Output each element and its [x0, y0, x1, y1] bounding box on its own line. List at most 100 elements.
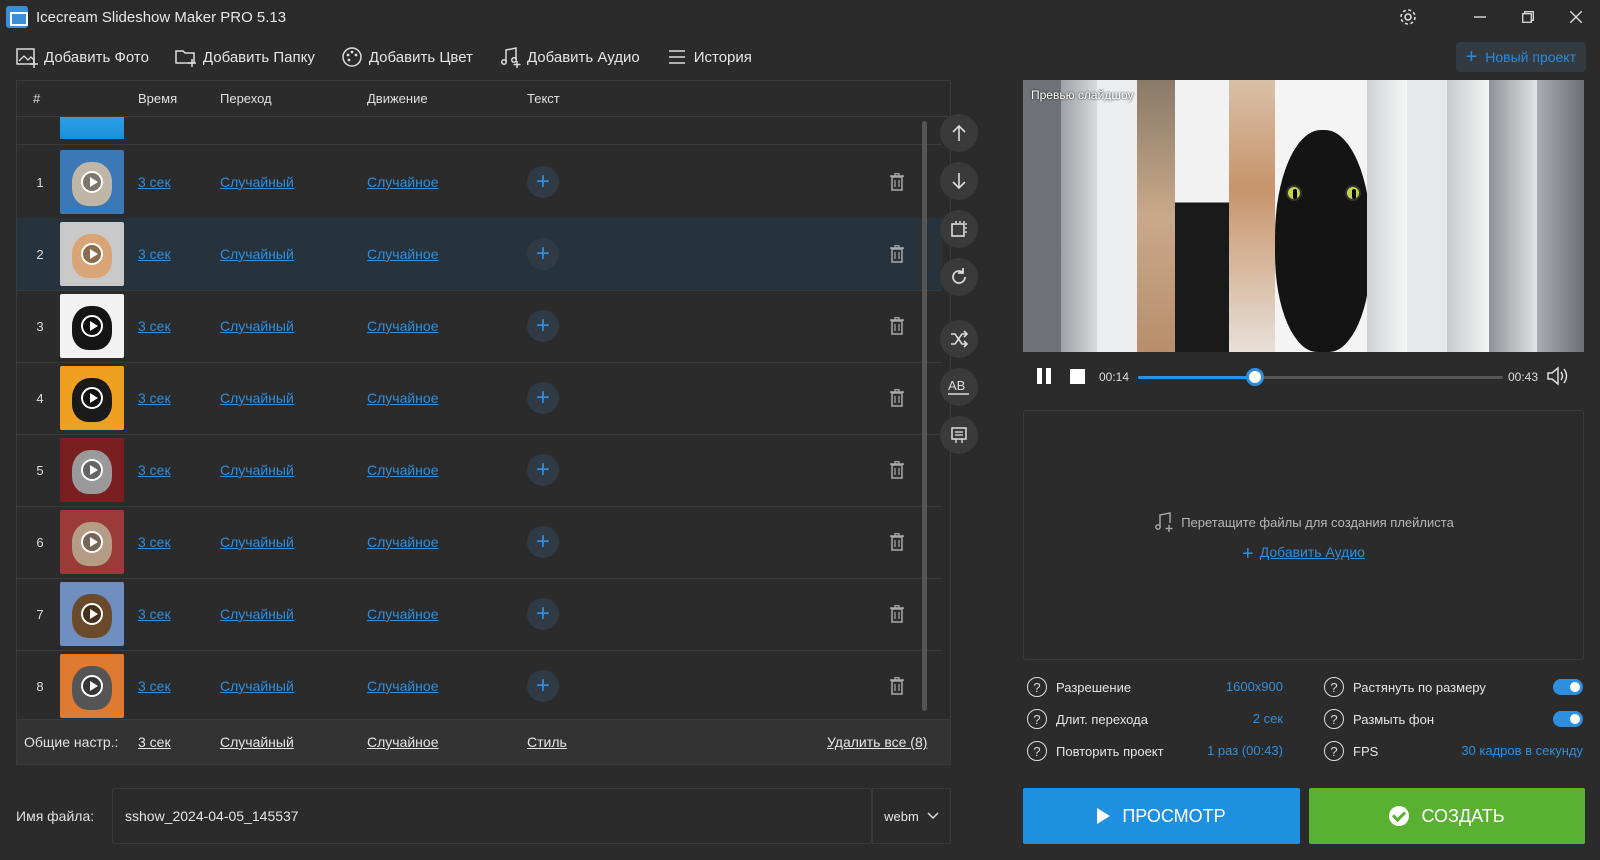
slideshow-preview[interactable]: Превью слайдшоу — [1023, 80, 1584, 352]
pause-icon[interactable] — [1037, 368, 1053, 384]
seek-bar[interactable] — [1138, 368, 1503, 386]
resolution-value[interactable]: 1600x900 — [1173, 679, 1283, 694]
transition-link[interactable]: Случайный — [220, 678, 294, 694]
stop-icon[interactable] — [1070, 369, 1085, 384]
add-text-button[interactable]: + — [527, 382, 559, 414]
delete-slide-button[interactable] — [889, 434, 905, 506]
rotate-button[interactable] — [940, 258, 978, 296]
transition-link[interactable]: Случайный — [220, 174, 294, 190]
move-down-button[interactable] — [940, 162, 978, 200]
help-icon[interactable]: ? — [1027, 741, 1047, 761]
table-row[interactable]: 2 3 сек Случайный Случайное + — [17, 218, 942, 291]
time-link[interactable]: 3 сек — [138, 174, 171, 190]
common-transition-link[interactable]: Случайный — [220, 734, 294, 750]
play-icon[interactable] — [81, 603, 103, 625]
motion-link[interactable]: Случайное — [367, 606, 438, 622]
volume-icon[interactable] — [1546, 365, 1570, 387]
settings-gear-icon[interactable] — [1384, 0, 1432, 34]
playlist-dropzone[interactable]: Перетащите файлы для создания плейлиста … — [1023, 410, 1584, 660]
transition-duration-value[interactable]: 2 сек — [1173, 711, 1283, 726]
time-link[interactable]: 3 сек — [138, 318, 171, 334]
add-audio-button[interactable]: Добавить Аудио — [499, 46, 640, 68]
play-icon[interactable] — [81, 531, 103, 553]
add-text-button[interactable]: + — [527, 526, 559, 558]
transition-link[interactable]: Случайный — [220, 606, 294, 622]
help-icon[interactable]: ? — [1027, 677, 1047, 697]
style-link[interactable]: Стиль — [527, 734, 567, 750]
table-scrollbar[interactable] — [922, 121, 927, 711]
transition-link[interactable]: Случайный — [220, 534, 294, 550]
play-icon[interactable] — [81, 387, 103, 409]
table-row[interactable]: 1 3 сек Случайный Случайное + — [17, 146, 942, 219]
slide-thumbnail[interactable] — [60, 150, 124, 214]
slide-thumbnail[interactable] — [60, 582, 124, 646]
crop-button[interactable] — [940, 210, 978, 248]
history-button[interactable]: История — [666, 46, 752, 68]
common-motion-link[interactable]: Случайное — [367, 734, 438, 750]
motion-link[interactable]: Случайное — [367, 318, 438, 334]
motion-link[interactable]: Случайное — [367, 678, 438, 694]
table-row[interactable]: 7 3 сек Случайный Случайное + — [17, 578, 942, 651]
motion-link[interactable]: Случайное — [367, 534, 438, 550]
delete-slide-button[interactable] — [889, 578, 905, 650]
slide-thumbnail[interactable] — [60, 294, 124, 358]
table-row[interactable]: 4 3 сек Случайный Случайное + — [17, 362, 942, 435]
repeat-value[interactable]: 1 раз (00:43) — [1173, 743, 1283, 758]
slide-thumbnail[interactable] — [60, 222, 124, 286]
add-text-button[interactable]: + — [527, 238, 559, 270]
add-color-button[interactable]: Добавить Цвет — [341, 46, 473, 68]
slide-thumbnail[interactable] — [60, 438, 124, 502]
slide-thumbnail[interactable] — [60, 510, 124, 574]
stretch-toggle[interactable] — [1553, 679, 1583, 695]
play-icon[interactable] — [81, 675, 103, 697]
new-project-button[interactable]: + Новый проект — [1455, 42, 1586, 72]
add-folder-button[interactable]: Добавить Папку — [175, 46, 315, 68]
shuffle-button[interactable] — [940, 320, 978, 358]
filename-input[interactable]: sshow_2024-04-05_145537 — [112, 788, 872, 844]
slide-thumbnail[interactable] — [60, 117, 124, 139]
help-icon[interactable]: ? — [1324, 709, 1344, 729]
table-row-partial[interactable] — [17, 117, 942, 145]
common-time-link[interactable]: 3 сек — [138, 734, 171, 750]
add-text-button[interactable]: + — [527, 454, 559, 486]
blur-toggle[interactable] — [1553, 711, 1583, 727]
help-icon[interactable]: ? — [1324, 677, 1344, 697]
slide-thumbnail[interactable] — [60, 654, 124, 718]
time-link[interactable]: 3 сек — [138, 678, 171, 694]
play-icon[interactable] — [81, 315, 103, 337]
motion-link[interactable]: Случайное — [367, 462, 438, 478]
table-row[interactable]: 5 3 сек Случайный Случайное + — [17, 434, 942, 507]
delete-slide-button[interactable] — [889, 218, 905, 290]
add-text-button[interactable]: + — [527, 166, 559, 198]
motion-link[interactable]: Случайное — [367, 246, 438, 262]
time-link[interactable]: 3 сек — [138, 246, 171, 262]
playlist-add-audio[interactable]: + Добавить Аудио — [1024, 543, 1583, 566]
delete-slide-button[interactable] — [889, 290, 905, 362]
play-icon[interactable] — [81, 243, 103, 265]
table-row[interactable]: 3 3 сек Случайный Случайное + — [17, 290, 942, 363]
preview-button[interactable]: ПРОСМОТР — [1023, 788, 1300, 844]
transition-link[interactable]: Случайный — [220, 318, 294, 334]
date-stamp-button[interactable] — [940, 416, 978, 454]
play-icon[interactable] — [81, 171, 103, 193]
create-button[interactable]: СОЗДАТЬ — [1309, 788, 1585, 844]
time-link[interactable]: 3 сек — [138, 390, 171, 406]
fps-value[interactable]: 30 кадров в секунду — [1423, 743, 1583, 758]
delete-slide-button[interactable] — [889, 362, 905, 434]
delete-slide-button[interactable] — [889, 146, 905, 218]
format-select[interactable]: webm — [872, 788, 951, 844]
play-icon[interactable] — [81, 459, 103, 481]
restore-button[interactable] — [1504, 0, 1552, 34]
motion-link[interactable]: Случайное — [367, 390, 438, 406]
delete-slide-button[interactable] — [889, 506, 905, 578]
transition-link[interactable]: Случайный — [220, 246, 294, 262]
table-row[interactable]: 6 3 сек Случайный Случайное + — [17, 506, 942, 579]
transition-link[interactable]: Случайный — [220, 462, 294, 478]
delete-all-link[interactable]: Удалить все (8) — [827, 734, 927, 750]
move-up-button[interactable] — [940, 114, 978, 152]
seek-handle[interactable] — [1245, 368, 1264, 386]
add-audio-link[interactable]: Добавить Аудио — [1260, 544, 1365, 560]
add-text-button[interactable]: + — [527, 310, 559, 342]
add-text-button[interactable]: + — [527, 670, 559, 702]
motion-link[interactable]: Случайное — [367, 174, 438, 190]
